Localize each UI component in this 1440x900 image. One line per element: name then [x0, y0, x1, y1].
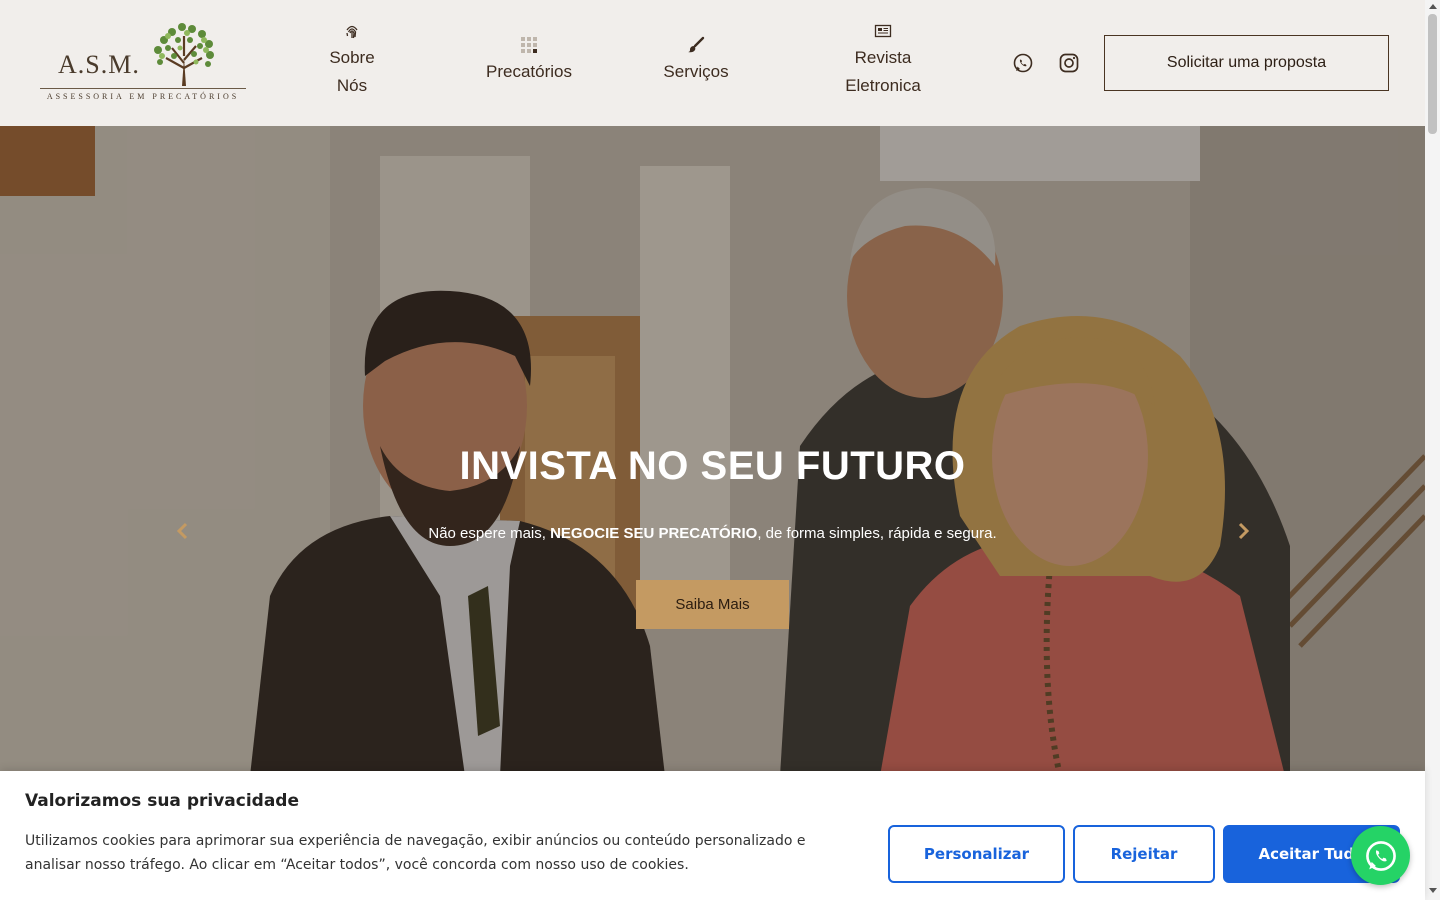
tree-logo-icon	[154, 23, 214, 86]
grid-icon	[521, 37, 537, 53]
customize-cookies-button[interactable]: Personalizar	[888, 825, 1065, 883]
reject-cookies-button[interactable]: Rejeitar	[1073, 825, 1215, 883]
fingerprint-icon	[346, 25, 358, 39]
saiba-mais-button[interactable]: Saiba Mais	[636, 580, 789, 629]
nav-label: Nós	[336, 76, 368, 95]
cookie-consent-banner: Valorizamos sua privacidade Utilizamos c…	[0, 771, 1425, 900]
whatsapp-float-button[interactable]	[1351, 826, 1410, 885]
cookie-title: Valorizamos sua privacidade	[25, 791, 300, 811]
nav-servicos[interactable]: Serviços	[650, 36, 742, 86]
newspaper-icon	[874, 24, 892, 38]
whatsapp-icon	[1365, 840, 1396, 871]
hero-slider: INVISTA NO SEU FUTURO Não espere mais, N…	[0, 126, 1425, 776]
hero-subtitle-bold: NEGOCIE SEU PRECATÓRIO	[550, 525, 758, 542]
nav-label: Eletronica	[845, 76, 921, 95]
hero-subtitle-post: , de forma simples, rápida e segura.	[757, 525, 997, 542]
nav-label: Sobre	[329, 48, 375, 67]
logo-subtitle: ASSESSORIA EM PRECATÓRIOS	[46, 92, 240, 101]
hero-title: INVISTA NO SEU FUTURO	[459, 444, 966, 488]
request-proposal-button[interactable]: Solicitar uma proposta	[1104, 35, 1389, 91]
nav-label: Serviços	[663, 62, 729, 81]
whatsapp-icon[interactable]	[1012, 52, 1034, 74]
page-scrollbar[interactable]	[1425, 0, 1440, 900]
site-header: A.S.M. ASSESSORIA EM PRECATÓRIOS Sobre N…	[0, 0, 1425, 126]
scroll-up-arrow-icon[interactable]	[1429, 4, 1437, 9]
hero-subtitle: Não espere mais, NEGOCIE SEU PRECATÓRIO,…	[0, 525, 1425, 542]
logo-divider	[40, 88, 246, 89]
logo[interactable]: A.S.M. ASSESSORIA EM PRECATÓRIOS	[38, 18, 248, 104]
hero-subtitle-pre: Não espere mais,	[428, 525, 551, 542]
instagram-icon[interactable]	[1058, 52, 1080, 74]
cookie-text: Utilizamos cookies para aprimorar sua ex…	[25, 833, 806, 873]
logo-text: A.S.M.	[58, 50, 140, 79]
nav-label: Precatórios	[486, 62, 572, 81]
scroll-down-arrow-icon[interactable]	[1429, 888, 1437, 893]
brush-icon	[688, 36, 705, 53]
nav-revista-eletronica[interactable]: Revista Eletronica	[830, 22, 936, 100]
scroll-thumb[interactable]	[1428, 14, 1437, 134]
nav-label: Revista	[854, 48, 912, 67]
nav-sobre-nos[interactable]: Sobre Nós	[312, 22, 392, 100]
nav-precatorios[interactable]: Precatórios	[474, 36, 584, 86]
